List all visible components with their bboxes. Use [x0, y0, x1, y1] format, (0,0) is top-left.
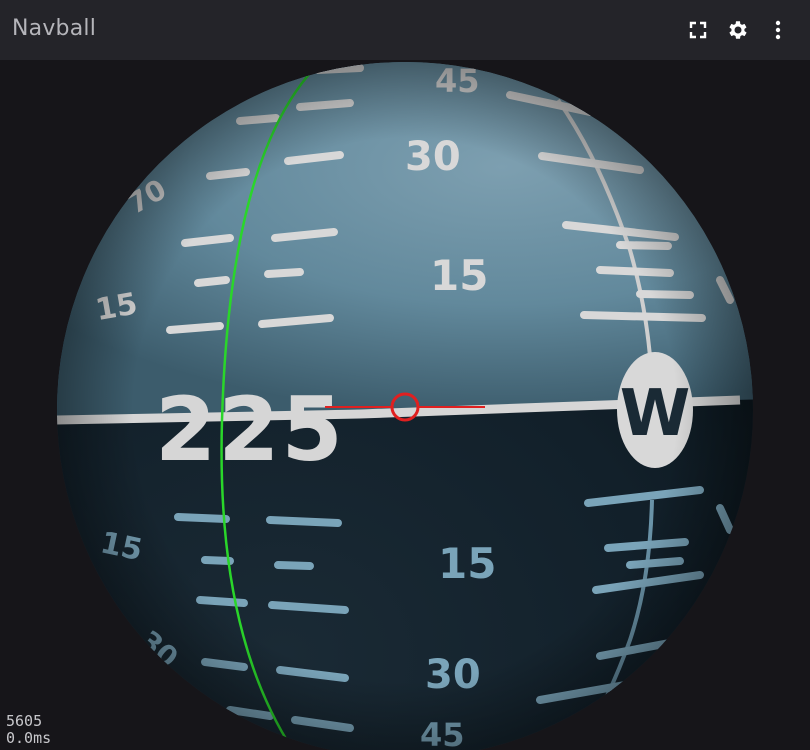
- settings-button[interactable]: [726, 18, 750, 42]
- more-button[interactable]: [766, 18, 790, 42]
- ball-rim-shade: [57, 62, 753, 750]
- frame-time: 0.0ms: [6, 729, 52, 747]
- panel-title: Navball: [12, 16, 97, 41]
- fullscreen-icon: [688, 20, 708, 40]
- frame-count: 5605: [6, 712, 43, 730]
- panel-header: Navball: [0, 0, 810, 60]
- navball[interactable]: 45 30 15 15 30 45 70 15 15 30 225 W: [0, 60, 810, 750]
- more-vertical-icon: [766, 18, 790, 42]
- render-stats: 5605 0.0ms: [6, 713, 51, 747]
- fullscreen-button[interactable]: [686, 18, 710, 42]
- gear-icon: [726, 18, 750, 42]
- navball-viewport[interactable]: 45 30 15 15 30 45 70 15 15 30 225 W: [0, 60, 810, 750]
